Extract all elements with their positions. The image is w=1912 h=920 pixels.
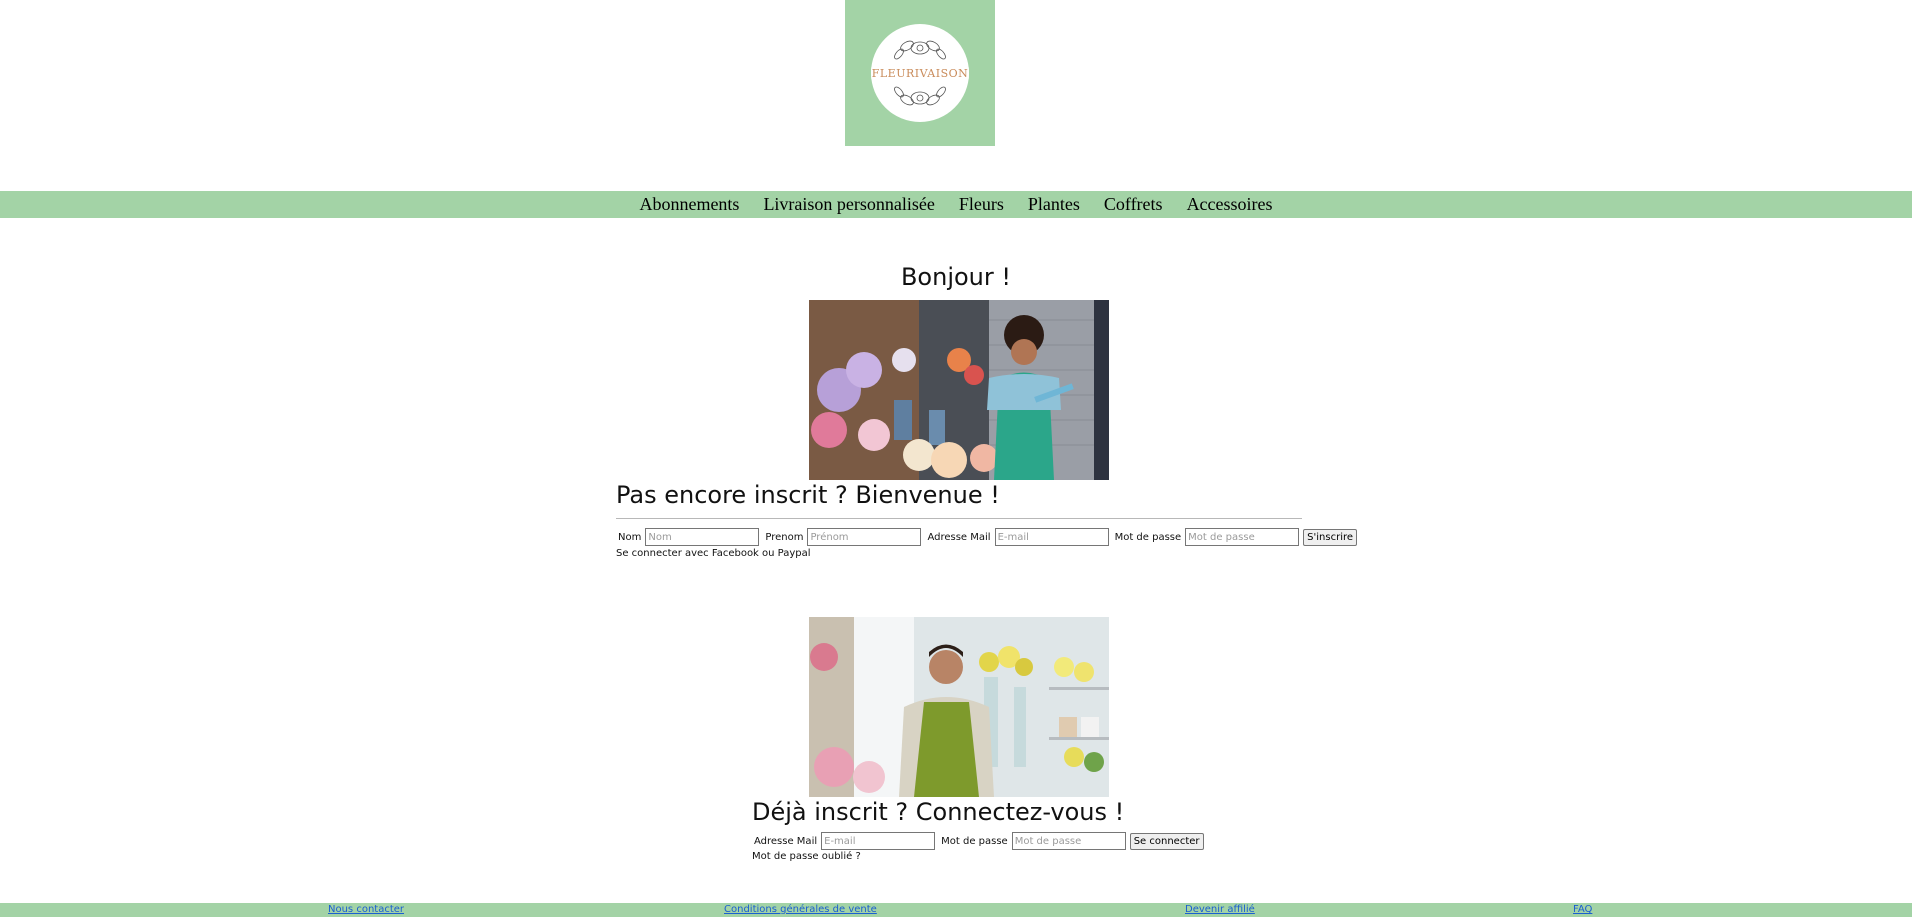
signup-nom-input[interactable] <box>645 528 760 546</box>
login-button[interactable]: Se connecter <box>1129 832 1204 850</box>
logo-box[interactable]: FLEURIVAISON <box>845 0 995 146</box>
forgot-password-link[interactable]: Mot de passe oublié ? <box>752 851 861 862</box>
nav-item-plantes[interactable]: Plantes <box>1028 191 1080 218</box>
signup-button[interactable]: S'inscrire <box>1303 528 1358 546</box>
footer-link-contact[interactable]: Nous contacter <box>328 903 404 917</box>
signup-password-input[interactable] <box>1185 528 1300 546</box>
nav-item-fleurs[interactable]: Fleurs <box>959 191 1004 218</box>
florist-photo-woman <box>809 300 1109 480</box>
footer-link-affiliate[interactable]: Devenir affilié <box>1185 903 1255 917</box>
signup-form: Nom Prenom Adresse Mail Mot de passe S'i… <box>616 528 1358 546</box>
footer: Nous contacter Conditions générales de v… <box>0 903 1912 917</box>
signup-prenom-label: Prenom <box>765 531 804 543</box>
footer-link-faq[interactable]: FAQ <box>1573 903 1592 917</box>
nav-item-abonnements[interactable]: Abonnements <box>639 191 739 218</box>
login-email-label: Adresse Mail <box>754 835 818 847</box>
login-email-input[interactable] <box>821 832 936 850</box>
signup-email-input[interactable] <box>994 528 1109 546</box>
nav-item-accessoires[interactable]: Accessoires <box>1187 191 1273 218</box>
signup-password-label: Mot de passe <box>1114 531 1182 543</box>
social-login-note: Se connecter avec Facebook ou Paypal <box>616 548 811 559</box>
signup-email-label: Adresse Mail <box>927 531 991 543</box>
logo: FLEURIVAISON <box>871 24 969 122</box>
login-title: Déjà inscrit ? Connectez-vous ! <box>752 798 1125 826</box>
florist-photo-man <box>809 617 1109 797</box>
nav-item-coffrets[interactable]: Coffrets <box>1104 191 1163 218</box>
signup-title: Pas encore inscrit ? Bienvenue ! <box>616 481 1000 509</box>
main-nav: Abonnements Livraison personnalisée Fleu… <box>0 191 1912 218</box>
login-password-label: Mot de passe <box>941 835 1008 847</box>
page-greeting: Bonjour ! <box>900 263 1012 291</box>
footer-link-cgv[interactable]: Conditions générales de vente <box>724 903 877 917</box>
nav-item-livraison[interactable]: Livraison personnalisée <box>763 191 934 218</box>
logo-text: FLEURIVAISON <box>871 66 969 80</box>
signup-prenom-input[interactable] <box>807 528 922 546</box>
signup-nom-label: Nom <box>618 531 642 543</box>
divider <box>616 518 1302 519</box>
login-password-input[interactable] <box>1011 832 1126 850</box>
login-form: Adresse Mail Mot de passe Se connecter <box>752 832 1204 850</box>
